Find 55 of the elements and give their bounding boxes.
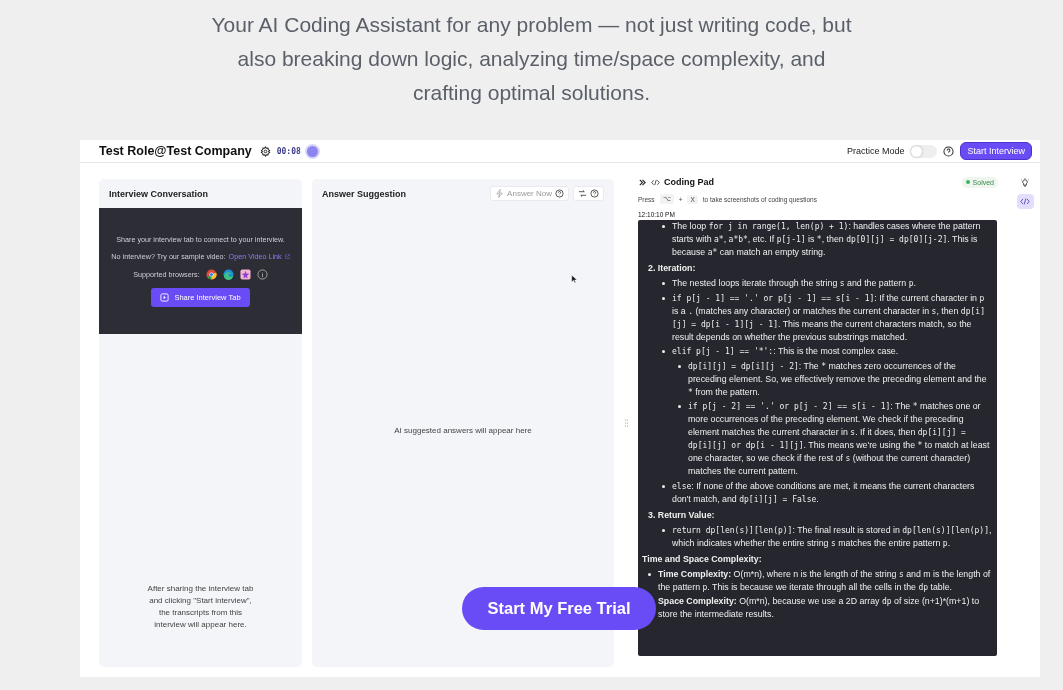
practice-mode-toggle[interactable] <box>910 144 938 158</box>
empty-state-message: AI suggested answers will appear here <box>394 424 532 437</box>
edge-icon <box>222 269 234 280</box>
resize-handle[interactable] <box>623 418 629 428</box>
answer-bullet: The nested loops iterate through the string s and the pattern p. <box>672 277 916 290</box>
answer-bullet: if p[j - 1] == '.' or p[j - 1] == s[i - 1]: If the current character in p is a . (matches any character) or matches the current character in s, then dp[i][j] = dp[i - 1][j - 1]. This means the current characters match, so the result depends on whether the previous substrings matched. <box>672 291 986 344</box>
bullet-icon <box>662 350 665 353</box>
empty-state-message: After sharing the interview tab and clicking "Start interview", the transcripts from this interview will appear here. <box>146 583 255 631</box>
bullet-icon <box>662 282 665 285</box>
code-icon <box>651 177 660 187</box>
cursor-icon <box>571 274 577 284</box>
interview-title: Test Role@Test Company <box>99 144 252 158</box>
timer: 00:08 <box>276 146 301 156</box>
help-icon <box>590 189 599 198</box>
code-icon <box>1020 197 1030 206</box>
info-icon[interactable] <box>256 269 268 280</box>
section-heading: Time and Space Complexity: <box>642 552 763 566</box>
swap-button[interactable] <box>573 186 604 201</box>
help-icon <box>555 189 564 198</box>
section-heading: 3. Return Value: <box>648 508 716 522</box>
bullet-icon <box>662 484 665 488</box>
practice-mode-label: Practice Mode <box>846 146 905 156</box>
answer-bullet: dp[i][j] = dp[i][j - 2]: The * matches zero occurrences of the preceding element. So, we effectively remove the preceding element and the * from the pattern. <box>688 359 988 399</box>
panel-title: Interview Conversation <box>109 188 209 199</box>
answer-now-button[interactable]: Answer Now <box>490 186 569 201</box>
bullet-icon <box>662 296 665 300</box>
answer-bullet: Space Complexity: O(m*n), because we use a 2D array dp of size (n+1)*(m+1) to store the intermediate results. <box>658 595 981 621</box>
panel-title: Answer Suggestion <box>322 188 406 199</box>
answer-bullet: return dp[len(s)][len(p)]: The final result is stored in dp[len(s)][len(p)], which indicates whether the entire string s matches the entire pattern p. <box>672 523 993 550</box>
headline: Your AI Coding Assistant for any problem — not just writing code, but also breaking down logic, analyzing time/space complexity, and crafting optimal solutions. <box>210 12 853 106</box>
answer-bullet: if p[j - 2] == '.' or p[j - 2] == s[i - 1]: The * matches one or more occurrences of the preceding element. We check if the preceding element matches the current character in s. If it does, then dp[i][j] = dp[i][j] or dp[i - 1][j]. This means we're using the * to match at least one character, so we check if the rest of s (without the current character) matches the current pattern. <box>688 400 991 478</box>
share-icon <box>160 293 170 302</box>
bullet-icon <box>678 405 681 408</box>
answer-bullet: The loop for j in range(1, len(p) + 1): handles cases where the pattern starts with a*, a*b*, etc. If p[j-1] is *, then dp[0][j] = dp[0][j-2]. This is because a* can match an empty string. <box>672 220 982 259</box>
answer-bullet: elif p[j - 1] == '*':: This is the most complex case. <box>672 345 899 358</box>
collapse-icon[interactable] <box>638 177 647 187</box>
bulb-icon <box>1020 178 1030 187</box>
swap-icon <box>578 189 587 198</box>
bullet-icon <box>662 528 665 532</box>
start-interview-button[interactable]: Start Interview <box>960 142 1032 160</box>
bullet-icon <box>678 364 681 368</box>
answer-bullet: Time Complexity: O(m*n), where n is the length of the string s and m is the length of the pattern p. This is because we iterate through all the cells in the dp table. <box>658 567 992 594</box>
answer-bullet: else: If none of the above conditions are met, it means the current characters don't match, and dp[i][j] = False. <box>672 479 976 506</box>
chrome-icon <box>205 269 217 280</box>
coding-pad-title: Coding Pad <box>664 177 714 187</box>
start-free-trial-button[interactable]: Start My Free Trial <box>462 587 656 630</box>
help-icon[interactable] <box>943 145 955 157</box>
settings-icon[interactable] <box>259 145 271 157</box>
section-heading: 2. Iteration: <box>648 262 697 275</box>
external-link-icon <box>284 254 290 259</box>
bullet-icon <box>662 225 665 228</box>
browser-icon <box>239 269 251 280</box>
code-button[interactable] <box>1016 194 1034 209</box>
bullet-icon <box>648 572 651 576</box>
lightning-icon <box>495 189 505 198</box>
